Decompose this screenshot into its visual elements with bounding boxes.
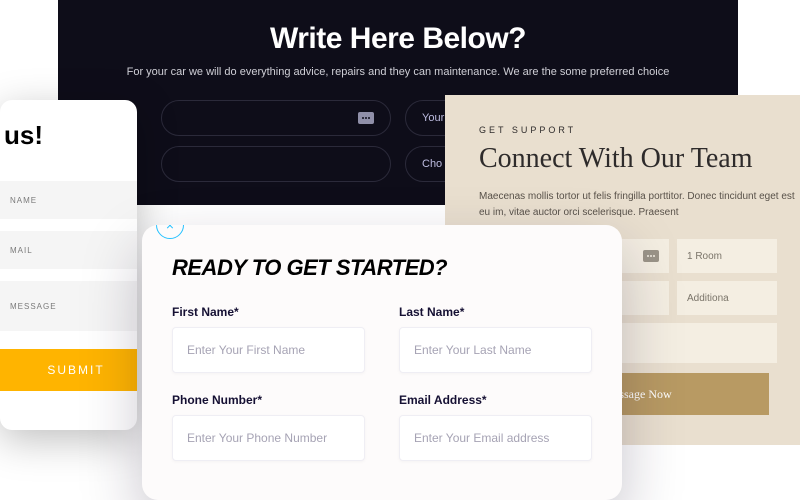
connect-additional-input[interactable]: Additiona (677, 281, 777, 315)
email-input[interactable]: Enter Your Email address (399, 415, 592, 461)
keyboard-icon (643, 250, 659, 262)
last-name-group: Last Name* Enter Your Last Name (399, 305, 592, 373)
close-icon: × (166, 225, 174, 233)
ready-card: × Ready to Get Started? First Name* Ente… (142, 225, 622, 500)
connect-room-value: 1 Room (687, 251, 722, 262)
email-label: Email Address* (399, 393, 592, 407)
us-name-input[interactable]: NAME (0, 181, 137, 219)
hero-subtitle: For your car we will do everything advic… (58, 66, 738, 78)
contact-us-title: us! (0, 120, 137, 151)
phone-input[interactable]: Enter Your Phone Number (172, 415, 365, 461)
phone-label: Phone Number* (172, 393, 365, 407)
connect-title: Connect With Our Team (479, 143, 800, 175)
email-group: Email Address* Enter Your Email address (399, 393, 592, 461)
phone-group: Phone Number* Enter Your Phone Number (172, 393, 365, 461)
ready-grid: First Name* Enter Your First Name Last N… (172, 305, 592, 461)
connect-eyebrow: GET SUPPORT (479, 125, 800, 135)
hero-email-value: Your (422, 112, 444, 124)
submit-button[interactable]: SUBMIT (0, 349, 137, 391)
connect-room-select[interactable]: 1 Room (677, 239, 777, 273)
keyboard-icon (358, 112, 374, 124)
contact-us-card: us! NAME MAIL MESSAGE SUBMIT (0, 100, 137, 430)
hero-name-input[interactable] (161, 100, 391, 136)
close-button[interactable]: × (156, 225, 184, 239)
first-name-group: First Name* Enter Your First Name (172, 305, 365, 373)
last-name-label: Last Name* (399, 305, 592, 319)
ready-title: Ready to Get Started? (172, 255, 592, 281)
hero-choose-value: Cho (422, 158, 442, 170)
us-message-input[interactable]: MESSAGE (0, 281, 137, 331)
first-name-input[interactable]: Enter Your First Name (172, 327, 365, 373)
hero-subject-input[interactable] (161, 146, 391, 182)
us-email-input[interactable]: MAIL (0, 231, 137, 269)
last-name-input[interactable]: Enter Your Last Name (399, 327, 592, 373)
hero-title: Write Here Below? (58, 22, 738, 56)
first-name-label: First Name* (172, 305, 365, 319)
connect-description: Maecenas mollis tortor ut felis fringill… (479, 189, 800, 221)
